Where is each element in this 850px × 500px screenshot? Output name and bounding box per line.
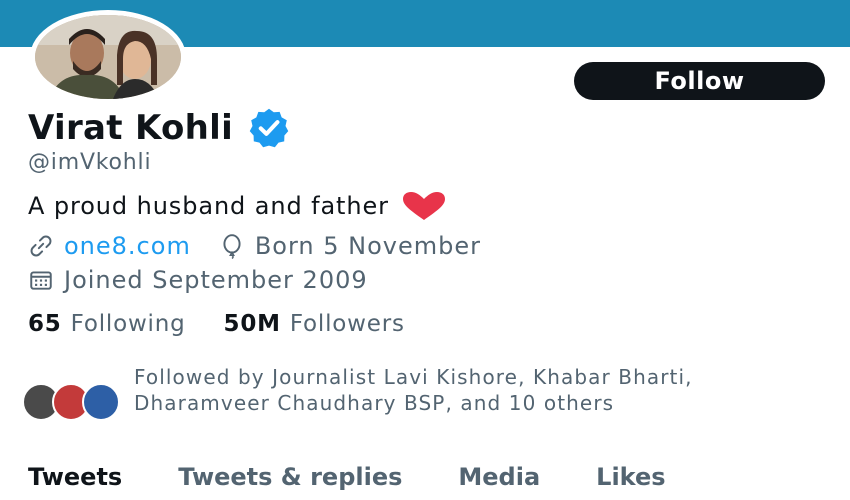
- verified-badge-icon: [249, 108, 289, 148]
- profile-name-row: Virat Kohli: [28, 106, 291, 150]
- tab-likes[interactable]: Likes: [596, 463, 665, 491]
- red-heart-icon: [402, 192, 445, 220]
- follow-button[interactable]: Follow: [574, 62, 825, 100]
- calendar-icon: [30, 271, 52, 290]
- birthday-text: Born 5 November: [254, 232, 482, 260]
- followers-count: 50M: [223, 311, 281, 337]
- profile-bio: A proud husband and father: [28, 191, 447, 221]
- profile-handle: @imVkohli: [28, 150, 152, 175]
- followers-stat[interactable]: 50M Followers: [224, 311, 405, 337]
- tab-tweets-and-replies[interactable]: Tweets & replies: [178, 463, 402, 491]
- profile-avatar[interactable]: [30, 10, 186, 104]
- following-label: Following: [70, 311, 186, 337]
- followers-you-know-text[interactable]: Followed by Journalist Lavi Kishore, Kha…: [134, 364, 834, 416]
- profile-stats: 65 Following 50M Followers: [28, 311, 405, 337]
- link-icon: [30, 235, 52, 257]
- website-link[interactable]: one8.com: [64, 232, 191, 260]
- balloon-icon: [223, 234, 241, 259]
- follower-avatar: [82, 383, 120, 421]
- profile-tabs: Tweets Tweets & replies Media Likes: [28, 463, 666, 491]
- joined-text: Joined September 2009: [64, 266, 368, 294]
- following-count: 65: [28, 311, 62, 337]
- bio-text: A proud husband and father: [28, 192, 389, 220]
- tab-tweets[interactable]: Tweets: [28, 463, 122, 491]
- profile-name: Virat Kohli: [28, 108, 234, 148]
- profile-meta-row: one8.com Born 5 November: [28, 232, 481, 260]
- tab-media[interactable]: Media: [458, 463, 540, 491]
- followers-label: Followers: [289, 311, 405, 337]
- following-stat[interactable]: 65 Following: [28, 311, 186, 337]
- profile-joined-row: Joined September 2009: [28, 266, 368, 294]
- followers-you-know-avatars[interactable]: [22, 383, 132, 421]
